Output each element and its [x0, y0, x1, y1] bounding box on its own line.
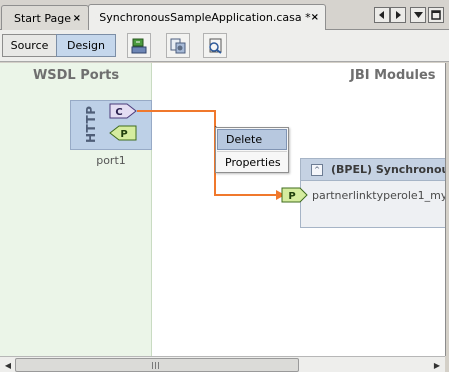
tab-label: SynchronousSampleApplication.casa *: [99, 11, 311, 24]
editor-tab-bar: Start Page × SynchronousSampleApplicatio…: [0, 0, 449, 30]
dropdown-icon[interactable]: [410, 7, 426, 23]
connection-layer: C P P: [109, 103, 308, 203]
partner-pin-letter: P: [288, 191, 295, 202]
menu-item-label: Delete: [226, 133, 263, 146]
scroll-right-icon[interactable]: ▶: [430, 358, 444, 372]
partner-link-pin[interactable]: P: [281, 187, 308, 203]
source-view-button[interactable]: Source: [2, 34, 57, 57]
provide-pin-letter: P: [120, 129, 127, 140]
design-view-button[interactable]: Design: [56, 34, 116, 57]
menu-item-delete[interactable]: Delete: [217, 129, 287, 150]
arrow-right-icon[interactable]: [390, 7, 406, 23]
canvas-right-edge: [445, 63, 449, 356]
test-icon[interactable]: [203, 33, 227, 58]
scroll-left-icon[interactable]: ◀: [1, 358, 15, 372]
tab-casa-file[interactable]: SynchronousSampleApplication.casa * ×: [88, 4, 326, 30]
casa-design-canvas[interactable]: WSDL Ports JBI Modules HTTP port1 ^ (BPE…: [0, 63, 445, 356]
consume-pin-letter: C: [115, 107, 122, 118]
context-menu: Delete Properties: [215, 127, 289, 173]
provide-pin[interactable]: P: [109, 125, 137, 141]
scroll-thumb[interactable]: [15, 358, 299, 372]
tab-start-page[interactable]: Start Page ×: [1, 5, 89, 30]
editor-toolbar: Source Design: [0, 30, 449, 62]
consume-pin[interactable]: C: [109, 103, 137, 119]
deploy-icon[interactable]: [166, 33, 190, 58]
tab-label: Start Page: [14, 11, 71, 25]
arrow-left-icon[interactable]: [374, 7, 390, 23]
menu-item-label: Properties: [225, 156, 281, 169]
horizontal-scrollbar[interactable]: ◀ ▶: [0, 356, 445, 372]
scroll-grip: [152, 362, 160, 369]
close-icon[interactable]: ×: [311, 12, 319, 23]
build-icon[interactable]: [127, 33, 151, 58]
close-icon[interactable]: ×: [73, 13, 81, 24]
menu-item-properties[interactable]: Properties: [217, 152, 287, 173]
maximize-icon[interactable]: [428, 7, 444, 23]
